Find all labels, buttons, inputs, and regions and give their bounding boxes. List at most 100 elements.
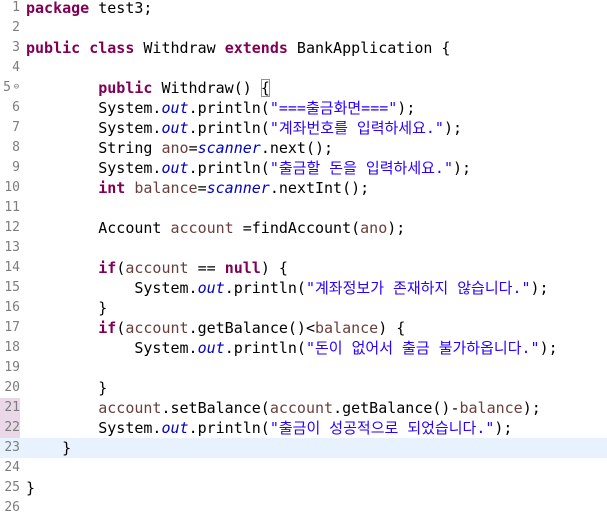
code-token: account [170,219,234,237]
code-token: "계좌번호를 입력하세요." [269,119,444,137]
code-token: account [98,399,162,417]
code-line[interactable]: 21 account.setBalance(account.getBalance… [0,398,607,418]
code-line[interactable]: 20 } [0,378,607,398]
code-text: System.out.println("계좌정보가 존재하지 않습니다."); [26,278,549,298]
code-token: System. [26,419,162,437]
collapse-minus-icon[interactable]: ⊖ [12,83,21,92]
code-token: ( [116,259,126,277]
code-line[interactable]: 13 [0,238,607,258]
code-text: if(account == null) { [26,258,288,278]
code-line[interactable]: 9 System.out.println("출금할 돈을 입력하세요."); [0,158,607,178]
code-token: int [98,179,126,197]
code-token: account [269,399,334,417]
code-token: == [188,259,225,277]
line-number: 1 [12,0,20,15]
line-number: 15 [4,280,20,295]
code-token: ); [522,399,541,417]
line-number: 26 [4,500,20,515]
code-line[interactable]: 22 System.out.println("출금이 성공적으로 되었습니다."… [0,418,607,438]
code-token: String [26,139,162,157]
line-number: 11 [4,200,20,215]
code-line[interactable]: 10 int balance=scanner.nextInt(); [0,178,607,198]
code-token: account [125,259,189,277]
code-token: package [26,0,90,17]
code-text: public class Withdraw extends BankApplic… [26,38,450,58]
line-number: 8 [12,140,20,155]
line-number: 13 [4,240,20,255]
line-number: 14 [4,260,20,275]
code-text: public Withdraw() { [26,78,270,98]
code-text: System.out.println("계좌번호를 입력하세요."); [26,118,462,138]
code-editor[interactable]: 1 package test3; 2 3 public class Withdraw e… [0,0,607,523]
code-token: "출금할 돈을 입력하세요." [269,159,453,177]
code-line[interactable]: 14 if(account == null) { [0,258,607,278]
code-line[interactable]: 2 [0,18,607,38]
code-token: out [197,339,225,357]
code-token: = [197,179,207,197]
code-token: Withdraw() [152,79,261,97]
line-number: 22 [0,418,20,438]
code-text: String ano=scanner.next(); [26,138,333,158]
code-token: .println( [188,119,270,137]
code-token: ) { [260,259,288,277]
code-text: if(account.getBalance()<balance) { [26,318,405,338]
code-line[interactable]: 6 System.out.println("===출금화면==="); [0,98,607,118]
code-token: .getBalance()< [188,319,315,337]
code-token: .getBalance()- [333,399,460,417]
code-token: } [26,439,72,457]
line-number: 24 [4,460,20,475]
line-number: 17 [4,320,20,335]
code-token: System. [26,119,162,137]
code-token: BankApplication { [287,39,451,57]
line-number: 9 [12,160,20,175]
code-line[interactable]: 1 package test3; [0,0,607,18]
code-line[interactable]: 3 public class Withdraw extends BankAppli… [0,38,607,58]
code-line[interactable]: 16 } [0,298,607,318]
code-line[interactable]: 25} [0,478,607,498]
code-line[interactable]: 7 System.out.println("계좌번호를 입력하세요."); [0,118,607,138]
code-line[interactable]: 12 Account account =findAccount(ano); [0,218,607,238]
code-line[interactable]: 24 [0,458,607,478]
code-line[interactable]: 23 } [0,438,607,458]
code-token: .println( [188,159,270,177]
code-line[interactable]: 18 System.out.println("돈이 없어서 출금 불가하옵니다.… [0,338,607,358]
line-number: 25 [4,480,20,495]
code-token: balance [315,319,379,337]
code-line[interactable]: 11 [0,198,607,218]
code-token: .println( [224,339,306,357]
line-number: 20 [4,380,20,395]
code-token: balance [134,179,198,197]
code-token: ); [453,159,472,177]
code-token: ) { [378,319,406,337]
code-text: System.out.println("===출금화면==="); [26,98,415,118]
code-token: extends [224,39,288,57]
code-line[interactable]: 4 [0,58,607,78]
code-line[interactable]: 17 if(account.getBalance()<balance) { [0,318,607,338]
code-token: scanner [206,179,270,197]
code-token: balance [459,399,523,417]
code-token: { [260,79,270,97]
code-line[interactable]: 5 ⊖ public Withdraw() { [0,78,607,98]
code-text: } [26,478,35,498]
code-line[interactable]: 15 System.out.println("계좌정보가 존재하지 않습니다."… [0,278,607,298]
code-token: out [161,419,189,437]
code-text: } [26,438,71,458]
code-token: "돈이 없어서 출금 불가하옵니다." [305,339,540,357]
code-token: "출금이 성공적으로 되었습니다." [269,419,495,437]
line-number: 3 [12,40,20,55]
code-line[interactable]: 19 [0,358,607,378]
code-token: "===출금화면===" [269,99,398,117]
code-line[interactable]: 26 [0,498,607,518]
code-text: System.out.println("출금할 돈을 입력하세요."); [26,158,471,178]
code-token: } [26,379,108,397]
code-token: out [197,279,225,297]
line-number: 6 [12,100,20,115]
code-text: package test3; [26,0,152,18]
code-line[interactable]: 8 String ano=scanner.next(); [0,138,607,158]
code-token: ); [530,279,549,297]
code-token: =findAccount( [233,219,361,237]
code-token: ); [443,119,463,137]
